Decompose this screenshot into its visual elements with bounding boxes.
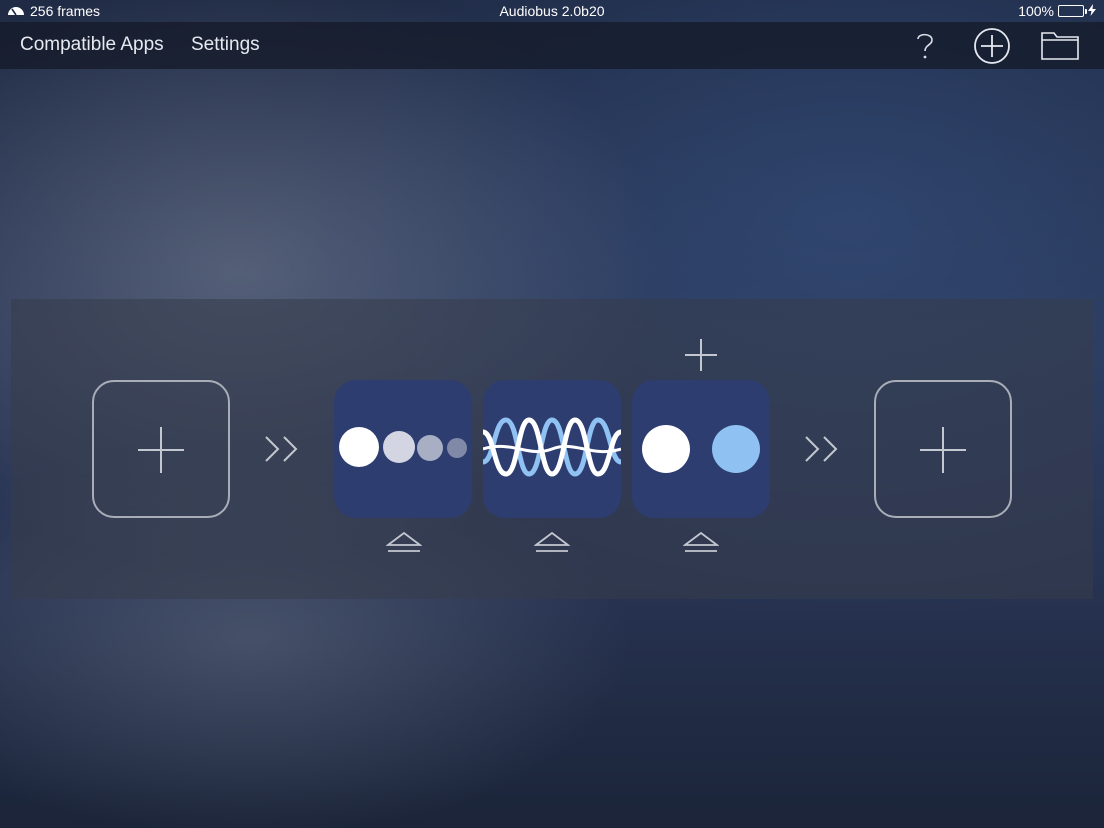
folder-icon[interactable] xyxy=(1040,29,1080,66)
eject-icon xyxy=(682,531,720,552)
plus-icon xyxy=(138,427,184,473)
status-right: 100% xyxy=(1018,3,1096,19)
app-tile-2[interactable] xyxy=(483,380,621,518)
output-slot-button[interactable] xyxy=(874,380,1012,518)
eject-button-2[interactable] xyxy=(533,531,571,560)
eject-icon xyxy=(533,531,571,552)
plus-icon xyxy=(920,427,966,473)
eject-button-3[interactable] xyxy=(682,531,720,560)
battery-percent: 100% xyxy=(1018,3,1054,19)
two-dots-app-icon xyxy=(642,425,760,473)
charging-bolt-icon xyxy=(1088,3,1096,19)
app-tile-3[interactable] xyxy=(632,380,770,518)
app-tile-1[interactable] xyxy=(334,380,472,518)
sine-waves-app-icon xyxy=(483,417,621,477)
add-circle-icon[interactable] xyxy=(973,27,1011,70)
status-bar: 256 frames Audiobus 2.0b20 100% xyxy=(0,0,1104,22)
dots-decreasing-app-icon xyxy=(339,427,467,467)
compatible-apps-button[interactable]: Compatible Apps xyxy=(20,34,164,56)
plus-icon xyxy=(685,339,717,371)
input-slot-button[interactable] xyxy=(92,380,230,518)
add-effect-button[interactable] xyxy=(683,337,719,378)
eject-icon xyxy=(385,531,423,552)
eject-button-1[interactable] xyxy=(385,531,423,560)
status-title: Audiobus 2.0b20 xyxy=(499,3,605,19)
double-chevron-right-icon xyxy=(264,434,300,469)
help-icon[interactable] xyxy=(912,30,938,67)
double-chevron-right-icon xyxy=(804,434,840,469)
navigation-bar: Compatible Apps Settings xyxy=(0,22,1104,69)
battery-icon xyxy=(1058,5,1087,17)
settings-button[interactable]: Settings xyxy=(191,34,260,56)
